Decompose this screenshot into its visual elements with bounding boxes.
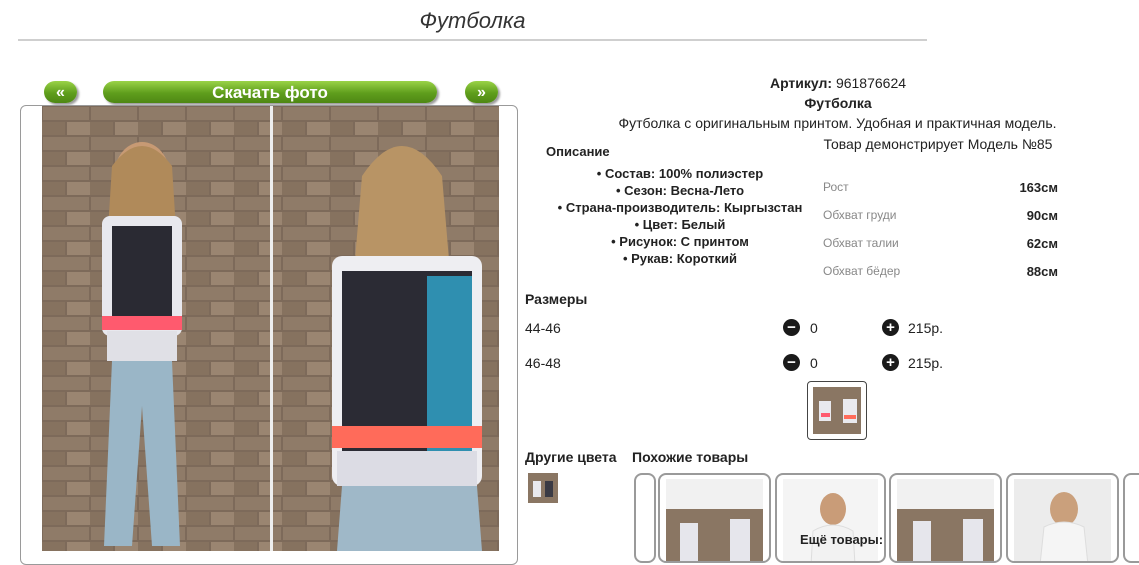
measurement-label-height: Рост <box>823 180 849 194</box>
size-price: 215р. <box>908 320 944 336</box>
measurement-label-waist: Обхват талии <box>823 236 899 250</box>
sku-label: Артикул: <box>769 75 833 91</box>
plus-circle-icon[interactable]: + <box>882 354 899 371</box>
quantity-value: 0 <box>810 320 818 336</box>
page-title: Футболка <box>419 8 526 33</box>
measurement-label-hips: Обхват бёдер <box>823 264 901 278</box>
thumbnail-image <box>813 387 861 434</box>
similar-product-image <box>666 479 763 561</box>
spec-item: Страна-производитель: Кыргызстан <box>540 199 820 216</box>
plus-circle-icon[interactable]: + <box>882 319 899 336</box>
measurement-label-chest: Обхват груди <box>823 208 897 222</box>
model-note: Товар демонстрирует Модель №85 <box>823 136 1053 152</box>
other-colors-heading: Другие цвета <box>525 449 617 465</box>
more-products-label: Ещё товары: <box>800 532 884 547</box>
prev-photo-button[interactable]: « <box>44 81 77 103</box>
product-description: Футболка с оригинальным принтом. Удобная… <box>618 115 1057 131</box>
measurement-value-chest: 90см <box>1026 208 1058 223</box>
carousel-card-partial[interactable] <box>634 473 656 563</box>
similar-products-heading: Похожие товары <box>632 449 749 465</box>
similar-product-card[interactable] <box>1006 473 1119 563</box>
title-divider <box>18 39 927 41</box>
sku-line: Артикул: 961876624 <box>700 75 976 91</box>
spec-item: Цвет: Белый <box>540 216 820 233</box>
product-photo[interactable] <box>42 106 499 551</box>
download-photo-button[interactable]: Скачать фото <box>103 81 437 103</box>
description-heading: Описание <box>546 144 610 159</box>
measurement-value-hips: 88см <box>1026 264 1058 279</box>
similar-product-image <box>783 479 878 561</box>
product-photo-image <box>42 106 499 551</box>
size-label: 44-46 <box>525 320 561 336</box>
similar-product-card[interactable] <box>658 473 771 563</box>
minus-circle-icon[interactable]: − <box>783 319 800 336</box>
product-name: Футболка <box>804 95 872 111</box>
size-label: 46-48 <box>525 355 561 371</box>
similar-product-card[interactable] <box>775 473 886 563</box>
spec-item: Рукав: Короткий <box>540 250 820 267</box>
similar-product-image <box>897 479 994 561</box>
color-swatch[interactable] <box>528 473 558 503</box>
similar-product-card[interactable] <box>889 473 1002 563</box>
similar-product-image <box>1014 479 1111 561</box>
selected-thumbnail[interactable] <box>807 381 867 440</box>
next-photo-button[interactable]: » <box>465 81 498 103</box>
spec-list: Состав: 100% полиэстер Сезон: Весна-Лето… <box>540 165 820 267</box>
measurement-value-height: 163см <box>1019 180 1058 195</box>
sizes-heading: Размеры <box>525 291 588 307</box>
spec-item: Сезон: Весна-Лето <box>540 182 820 199</box>
size-price: 215р. <box>908 355 944 371</box>
quantity-value: 0 <box>810 355 818 371</box>
minus-circle-icon[interactable]: − <box>783 354 800 371</box>
spec-item: Состав: 100% полиэстер <box>540 165 820 182</box>
sku-value: 961876624 <box>835 75 907 91</box>
spec-item: Рисунок: С принтом <box>540 233 820 250</box>
carousel-card-partial[interactable] <box>1123 473 1139 563</box>
measurement-value-waist: 62см <box>1026 236 1058 251</box>
